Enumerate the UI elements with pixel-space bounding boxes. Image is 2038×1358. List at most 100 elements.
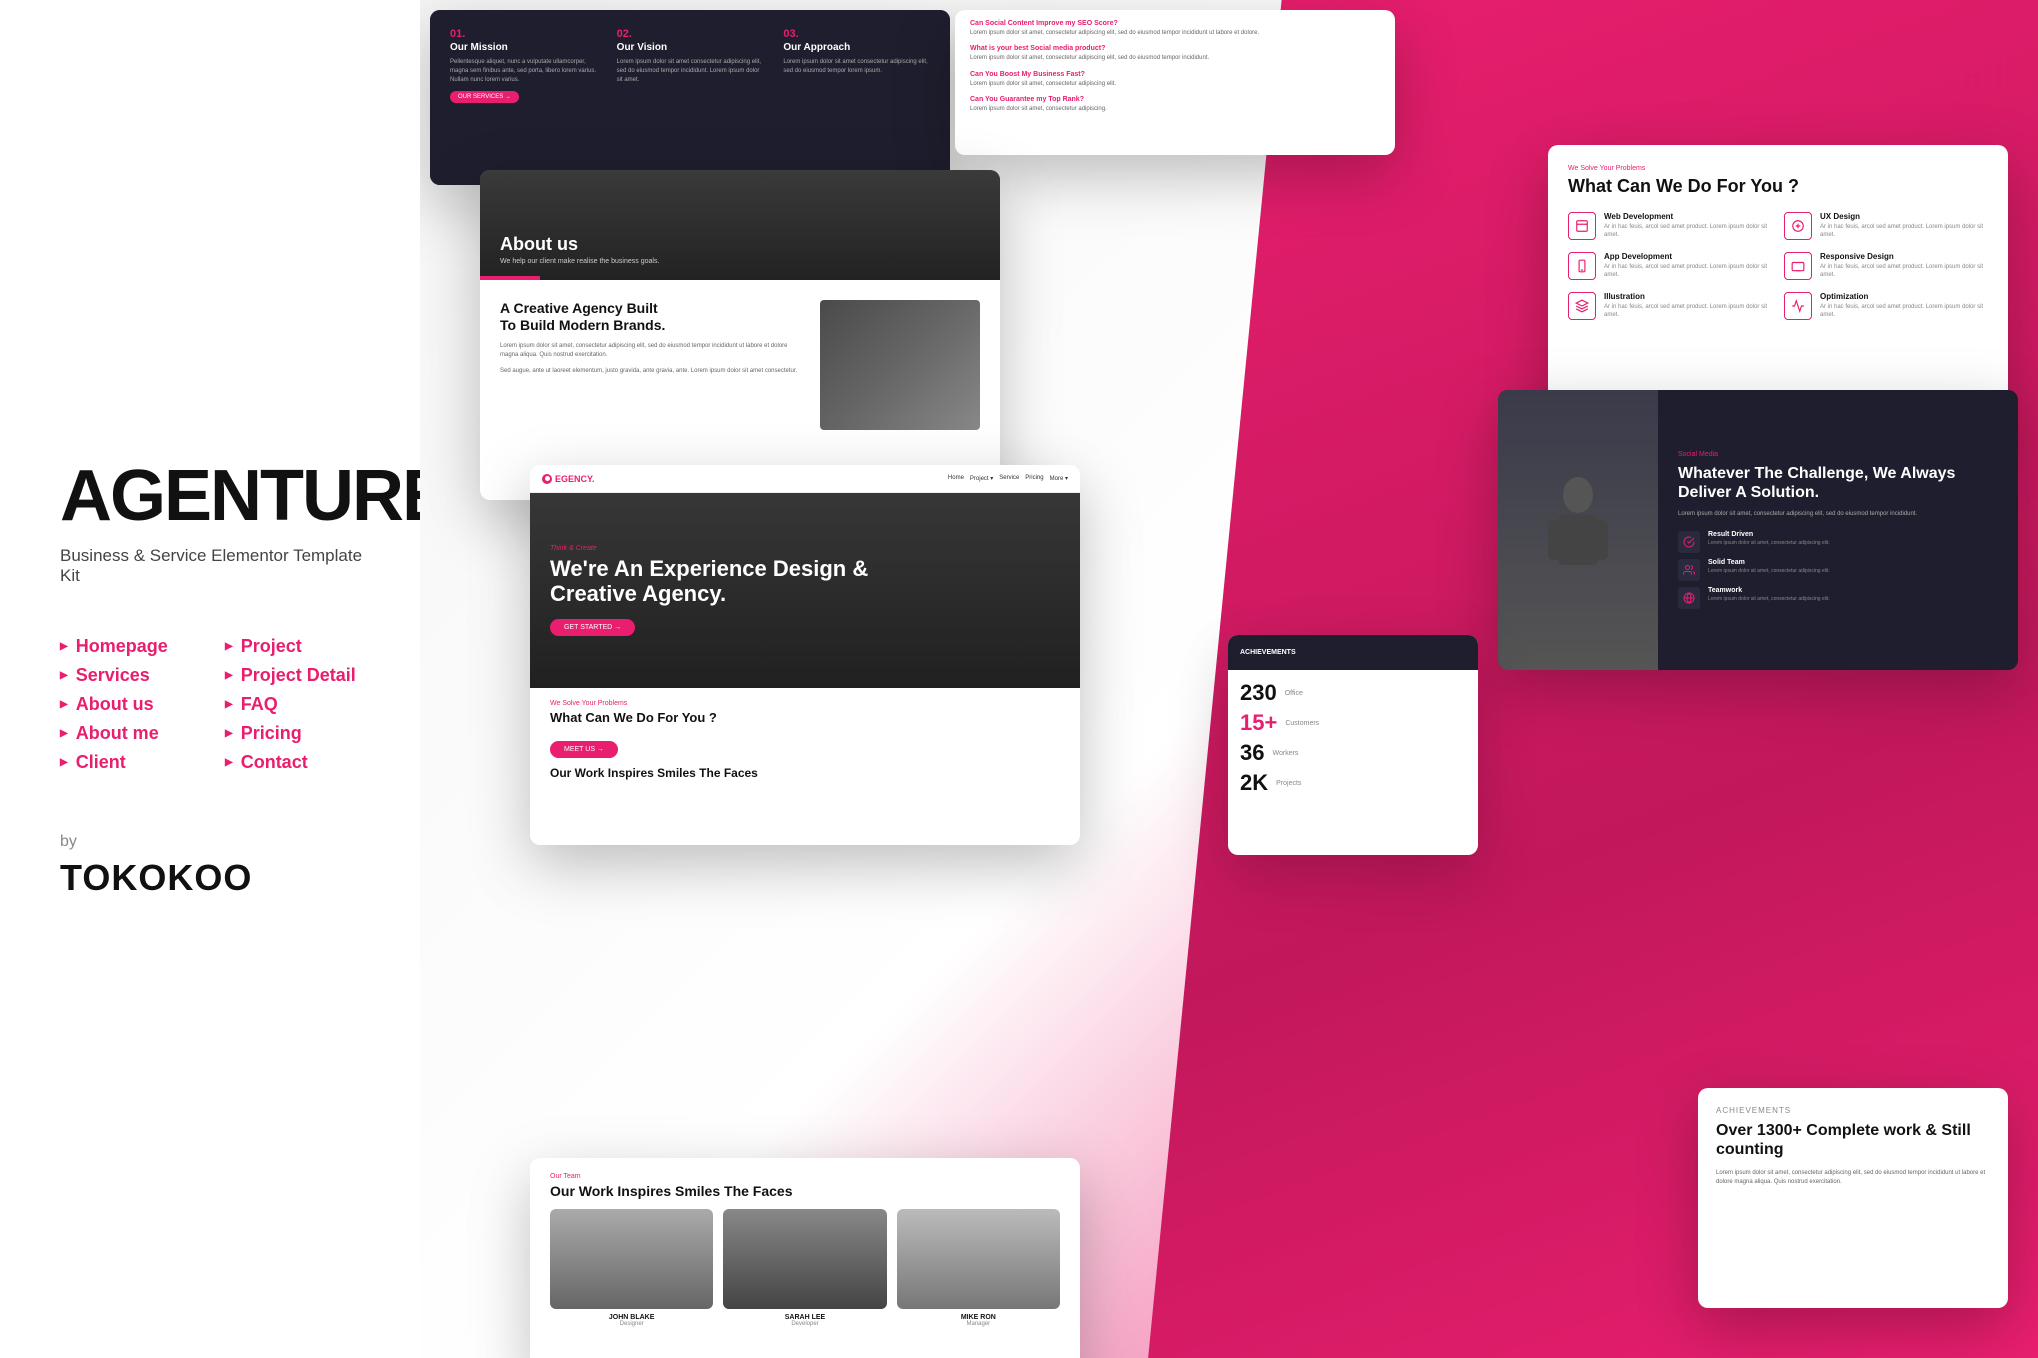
stat-customers: 15+ Customers xyxy=(1240,712,1466,734)
nav-item-project[interactable]: Project xyxy=(225,636,370,657)
stat-workers-number: 36 xyxy=(1240,742,1264,764)
about-us-body-title: A Creative Agency BuiltTo Build Modern B… xyxy=(500,300,805,334)
services-tag: We Solve Your Problems xyxy=(1568,165,1988,172)
cta-services-btn[interactable]: OUR SERVICES → xyxy=(450,91,519,103)
solid-team-icon xyxy=(1678,559,1700,581)
vision-num: 02. xyxy=(617,28,764,40)
mission-num: 01. xyxy=(450,28,597,40)
nav-link-pricing[interactable]: Pricing xyxy=(1025,475,1043,482)
team-member-3: MIKE RON Manager xyxy=(897,1209,1060,1327)
service-web: Web Development Ar in hac feuis, arcol s… xyxy=(1568,212,1772,240)
brand-subtitle: Business & Service Elementor Template Ki… xyxy=(60,546,370,586)
feature-result-driven: Result Driven Lorem ipsum dolor sit amet… xyxy=(1678,531,1998,553)
nav-item-services[interactable]: Services xyxy=(60,665,205,686)
dots-pattern xyxy=(1928,30,2008,110)
stat-office-number: 230 xyxy=(1240,682,1277,704)
screen-about-us: About us We help our client make realise… xyxy=(480,170,1000,500)
mission-text: Pellentesque aliquet, nunc a vulputate u… xyxy=(450,58,597,85)
homepage-services-tag: We Solve Your Problems xyxy=(550,700,1060,707)
nav-item-about-us[interactable]: About us xyxy=(60,694,205,715)
nav-link-project[interactable]: Project ▾ xyxy=(970,475,993,482)
app-icon xyxy=(1568,252,1596,280)
app-desc: Ar in hac feuis, arcol sed amet product.… xyxy=(1604,263,1772,280)
team-photo-2 xyxy=(723,1209,886,1309)
nav-item-faq[interactable]: FAQ xyxy=(225,694,370,715)
nav-item-client[interactable]: Client xyxy=(60,752,205,773)
web-dev-desc: Ar in hac feuis, arcol sed amet product.… xyxy=(1604,223,1772,240)
achievements-tag: ACHIEVEMENTS xyxy=(1716,1106,1990,1115)
ux-desc: Ar in hac feuis, arcol sed amet product.… xyxy=(1820,223,1988,240)
team-name-1: JOHN BLAKE xyxy=(550,1314,713,1321)
nav-item-pricing[interactable]: Pricing xyxy=(225,723,370,744)
about-us-body-text2: Sed augue, ante ut laoreet elementum, ju… xyxy=(500,367,805,377)
ux-name: UX Design xyxy=(1820,212,1988,221)
team-name-2: SARAH LEE xyxy=(723,1314,886,1321)
faq-item-3: Can You Boost My Business Fast? Lorem ip… xyxy=(970,71,1380,88)
result-driven-icon xyxy=(1678,531,1700,553)
nav-item-project-detail[interactable]: Project Detail xyxy=(225,665,370,686)
team-grid: JOHN BLAKE Designer SARAH LEE Developer … xyxy=(550,1209,1060,1327)
nav-item-contact[interactable]: Contact xyxy=(225,752,370,773)
optimization-icon xyxy=(1784,292,1812,320)
homepage-services: We Solve Your Problems What Can We Do Fo… xyxy=(530,688,1080,796)
stat-projects: 2K Projects xyxy=(1240,772,1466,794)
approach-text: Lorem ipsum dolor sit amet consectetur a… xyxy=(783,58,930,76)
web-dev-icon xyxy=(1568,212,1596,240)
nav-link-service[interactable]: Service xyxy=(999,475,1019,482)
challenge-tag: Social Media xyxy=(1678,451,1998,458)
left-panel: AGENTURE Business & Service Elementor Te… xyxy=(0,0,430,1358)
achievements-title: Over 1300+ Complete work & Still countin… xyxy=(1716,1121,1990,1159)
stat-customers-label: Customers xyxy=(1285,720,1319,727)
service-responsive: Responsive Design Ar in hac feuis, arcol… xyxy=(1784,252,1988,280)
homepage-services-title: What Can We Do For You ? xyxy=(550,710,1060,725)
illustration-name: Illustration xyxy=(1604,292,1772,301)
stat-office-label: Office xyxy=(1285,690,1303,697)
service-ux: UX Design Ar in hac feuis, arcol sed ame… xyxy=(1784,212,1988,240)
nav-link-more[interactable]: More ▾ xyxy=(1050,475,1068,482)
faq-item-2: What is your best Social media product? … xyxy=(970,45,1380,62)
teamwork-desc: Lorem ipsum dolor sit amet, consectetur … xyxy=(1708,596,1830,603)
team-role-1: Designer xyxy=(550,1321,713,1327)
homepage-logo-text: EGENCY. xyxy=(555,474,595,484)
brand-title: AGENTURE xyxy=(60,460,370,532)
about-us-body-text1: Lorem ipsum dolor sit amet, consectetur … xyxy=(500,342,805,361)
team-role-3: Manager xyxy=(897,1321,1060,1327)
mockup-area: 01. Our Mission Pellentesque aliquet, nu… xyxy=(420,0,2038,1358)
illustration-icon xyxy=(1568,292,1596,320)
responsive-icon xyxy=(1784,252,1812,280)
team-name-3: MIKE RON xyxy=(897,1314,1060,1321)
stats-title: ACHIEVEMENTS xyxy=(1240,649,1296,656)
stat-projects-label: Projects xyxy=(1276,780,1301,787)
homepage-logo: EGENCY. xyxy=(542,474,595,484)
stat-customers-number: 15+ xyxy=(1240,712,1277,734)
hero-cta-btn[interactable]: GET STARTED → xyxy=(550,619,635,636)
meet-us-btn[interactable]: MEET US → xyxy=(550,741,618,758)
teamwork-name: Teamwork xyxy=(1708,587,1830,594)
challenge-image xyxy=(1498,390,1658,670)
approach-title: Our Approach xyxy=(783,42,930,53)
stat-workers: 36 Workers xyxy=(1240,742,1466,764)
team-title: Our Work Inspires Smiles The Faces xyxy=(550,1183,1060,1199)
team-role-2: Developer xyxy=(723,1321,886,1327)
homepage-nav: EGENCY. Home Project ▾ Service Pricing M… xyxy=(530,465,1080,493)
challenge-title: Whatever The Challenge, We Always Delive… xyxy=(1678,464,1998,502)
about-us-title: About us xyxy=(500,234,659,255)
faq-q3: Can You Boost My Business Fast? xyxy=(970,71,1380,78)
stat-office: 230 Office xyxy=(1240,682,1466,704)
faq-q4: Can You Guarantee my Top Rank? xyxy=(970,96,1380,103)
team-member-2: SARAH LEE Developer xyxy=(723,1209,886,1327)
homepage-hero: Think & Create We're An Experience Desig… xyxy=(530,493,1080,688)
nav-item-about-me[interactable]: About me xyxy=(60,723,205,744)
nav-item-homepage[interactable]: Homepage xyxy=(60,636,205,657)
services-grid: Web Development Ar in hac feuis, arcol s… xyxy=(1568,212,1988,320)
nav-link-home[interactable]: Home xyxy=(948,475,964,482)
vision-text: Lorem ipsum dolor sit amet consectetur a… xyxy=(617,58,764,85)
teamwork-icon xyxy=(1678,587,1700,609)
challenge-features: Result Driven Lorem ipsum dolor sit amet… xyxy=(1678,531,1998,609)
faq-a2: Lorem ipsum dolor sit amet, consectetur … xyxy=(970,54,1380,62)
stat-workers-label: Workers xyxy=(1272,750,1298,757)
ux-icon xyxy=(1784,212,1812,240)
team-photo-3 xyxy=(897,1209,1060,1309)
hero-title: We're An Experience Design &Creative Age… xyxy=(550,557,1060,605)
team-heading: Our Work Inspires Smiles The Faces xyxy=(550,766,1060,784)
